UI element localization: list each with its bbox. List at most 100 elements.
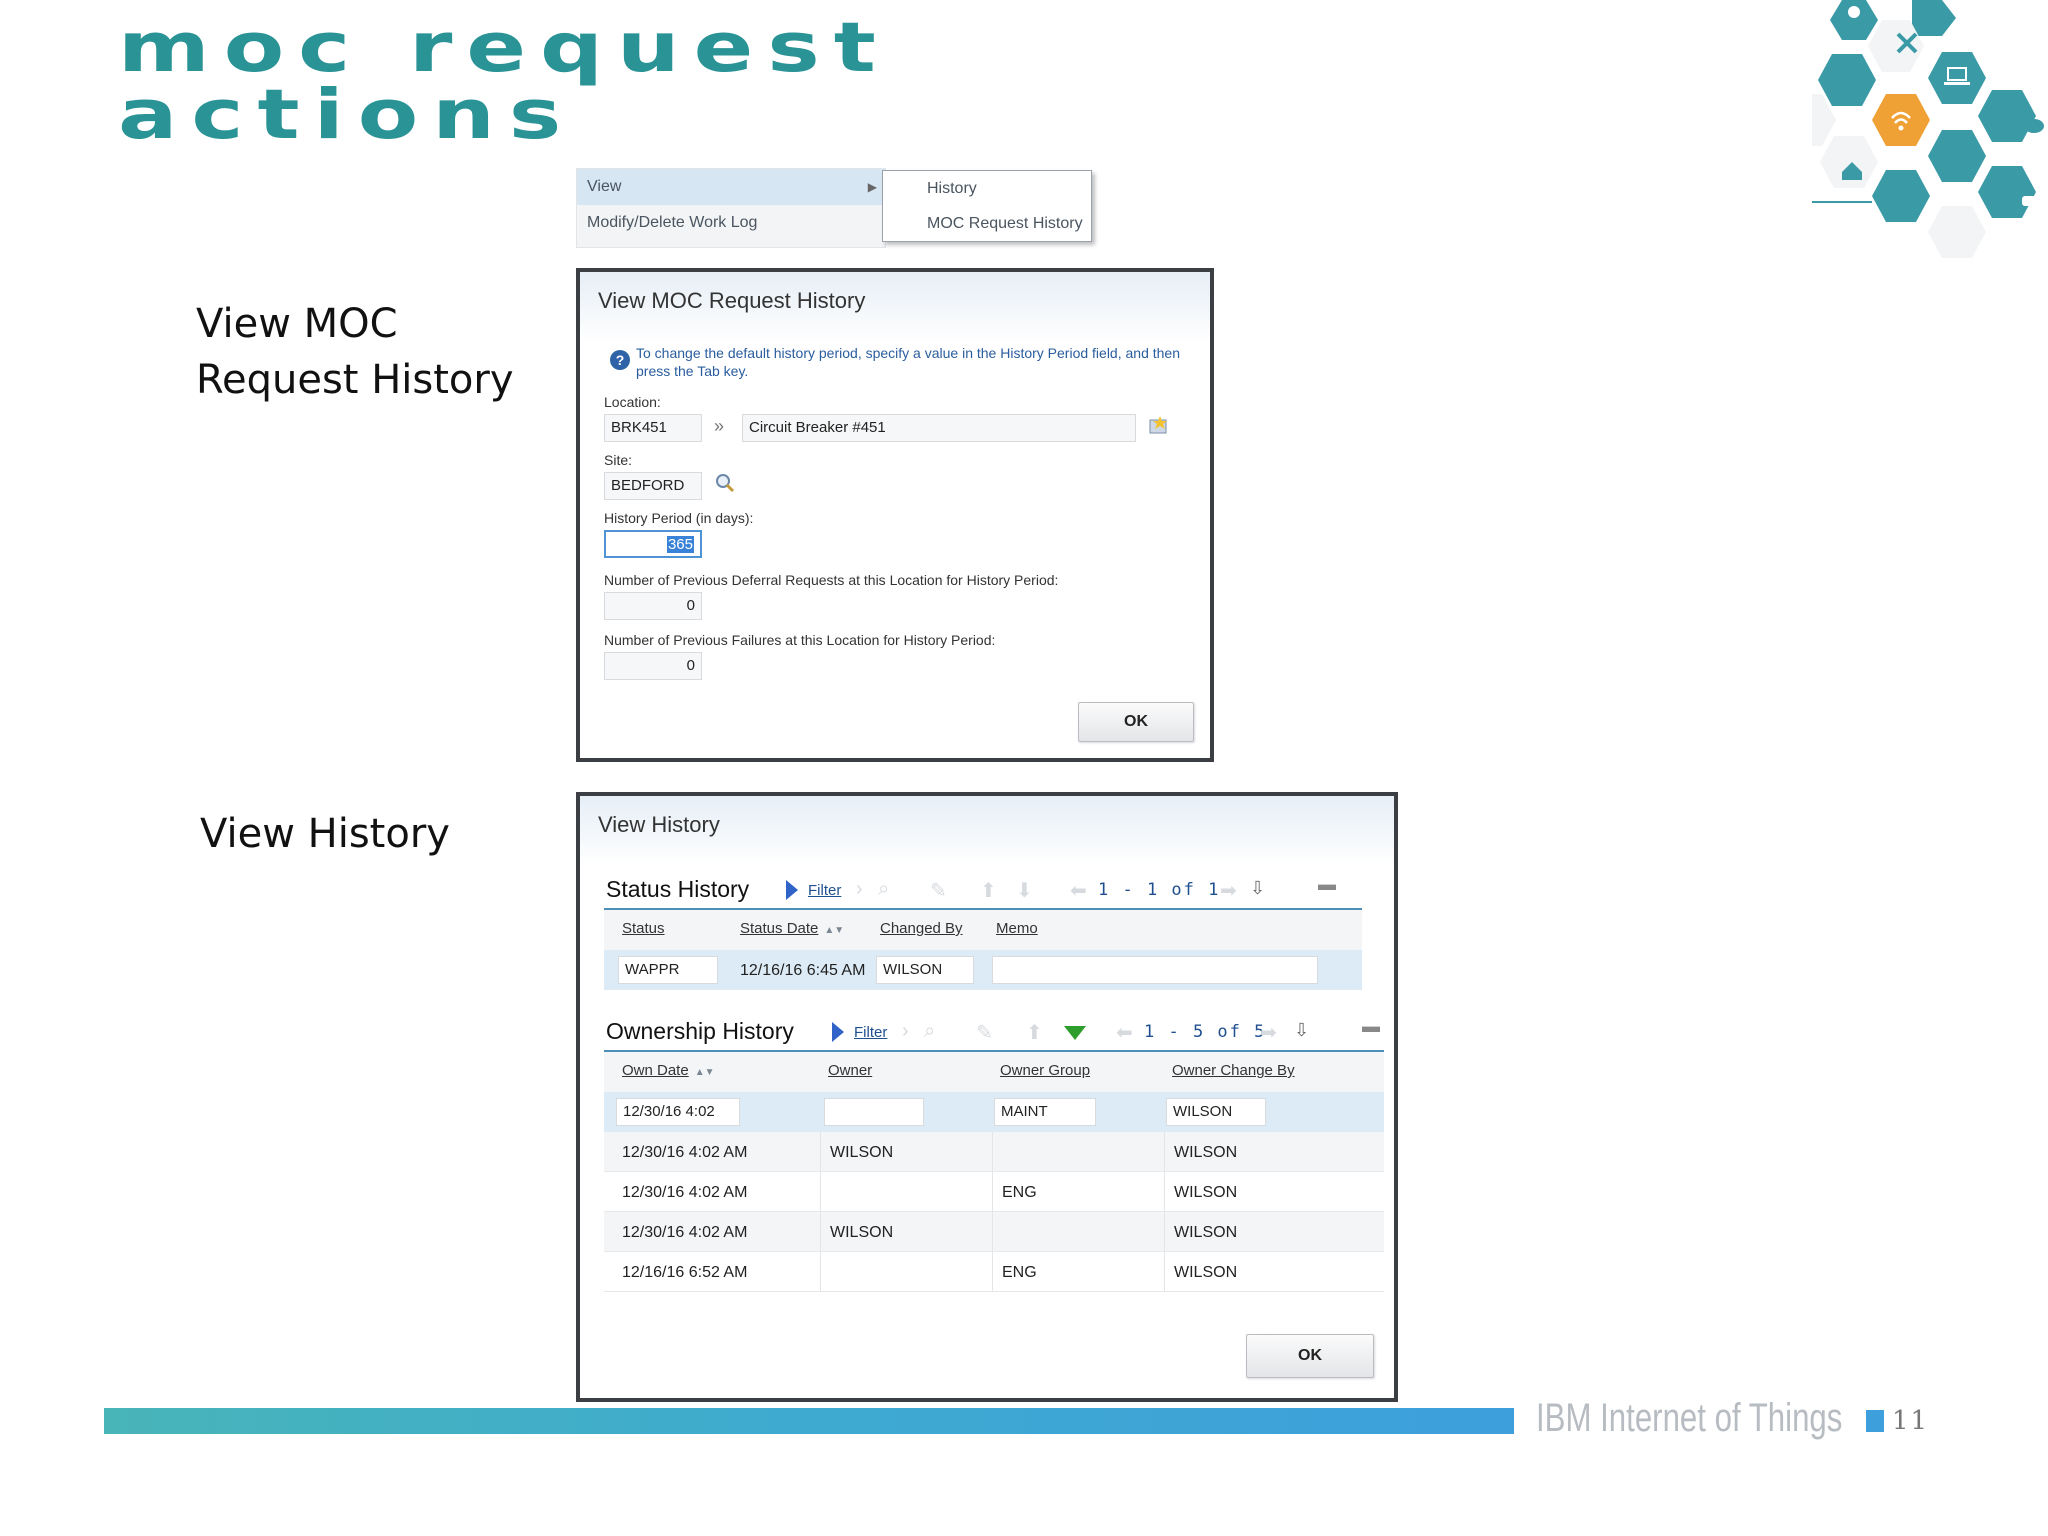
slide-title-line-2: actions xyxy=(118,74,576,155)
col-status[interactable]: Status xyxy=(622,920,665,937)
own-date-cell[interactable]: 12/30/16 4:02 AM xyxy=(616,1098,740,1146)
arrow-down-icon[interactable] xyxy=(1064,1026,1086,1040)
changed-by-cell[interactable]: WILSON xyxy=(876,956,974,984)
dialog-title: View MOC Request History xyxy=(598,288,866,313)
view-history-dialog: View History Status History Filter › ⌕ ✎… xyxy=(576,792,1398,1402)
info-message: To change the default history period, sp… xyxy=(636,344,1180,380)
location-lookup-icon[interactable] xyxy=(1148,414,1170,441)
double-chevron-icon[interactable]: » xyxy=(714,416,724,437)
col-memo[interactable]: Memo xyxy=(996,920,1038,937)
ownership-pager: 1 - 5 of 5 xyxy=(1144,1022,1267,1042)
search-icon[interactable]: ⌕ xyxy=(878,878,889,901)
status-history-title: Status History xyxy=(606,876,750,902)
hexagon-decoration xyxy=(1812,0,2044,258)
submenu-item-moc-request-history[interactable]: MOC Request History xyxy=(883,206,1091,241)
owner-cell: WILSON xyxy=(830,1224,894,1241)
label-view-moc-request-history: View MOC Request History xyxy=(196,296,514,408)
arrow-up-icon[interactable]: ⬆ xyxy=(980,878,997,903)
info-line-1: To change the default history period, sp… xyxy=(636,345,1180,361)
cloud-icon xyxy=(2024,119,2044,133)
sort-icon[interactable]: ▲▼ xyxy=(824,925,844,936)
arrow-up-icon[interactable]: ⬆ xyxy=(1026,1020,1043,1045)
col-owner[interactable]: Owner xyxy=(828,1062,872,1079)
col-status-date[interactable]: Status Date ▲▼ xyxy=(740,920,844,937)
collapse-icon[interactable]: ▬ xyxy=(1362,1016,1380,1037)
ok-button[interactable]: OK xyxy=(1078,702,1194,742)
own-date-cell: 12/16/16 6:52 AM xyxy=(622,1264,748,1281)
filter-toggle-icon[interactable] xyxy=(832,1022,844,1042)
chevron-right-icon[interactable]: › xyxy=(902,1020,909,1043)
sort-icon[interactable]: ▲▼ xyxy=(695,1067,715,1078)
previous-page-icon[interactable]: ⬅ xyxy=(1070,878,1087,903)
owner-group-cell: ENG xyxy=(1002,1264,1037,1281)
deferrals-label: Number of Previous Deferral Requests at … xyxy=(604,572,1059,588)
view-submenu: History MOC Request History xyxy=(882,170,1092,242)
slide-title-line-1: moc Request xyxy=(118,6,890,88)
owner-change-by-cell: WILSON xyxy=(1174,1264,1238,1281)
owner-change-by-cell: WILSON xyxy=(1174,1224,1238,1241)
own-date-cell: 12/30/16 4:02 AM xyxy=(622,1224,748,1241)
download-icon[interactable]: ⇩ xyxy=(1294,1020,1309,1041)
status-date-cell: 12/16/16 6:45 AM xyxy=(740,962,866,979)
col-owner-change-by[interactable]: Owner Change By xyxy=(1172,1062,1295,1079)
ok-button[interactable]: OK xyxy=(1246,1334,1374,1378)
location-field[interactable]: BRK451 xyxy=(604,414,702,442)
clear-filter-icon[interactable]: ✎ xyxy=(976,1020,993,1045)
owner-change-by-cell[interactable]: WILSON xyxy=(1166,1098,1266,1126)
moc-request-history-dialog: View MOC Request History ? To change the… xyxy=(576,268,1214,762)
deferrals-field[interactable]: 0 xyxy=(604,592,702,620)
filter-toggle-icon[interactable] xyxy=(786,880,798,900)
chevron-right-icon[interactable]: › xyxy=(856,878,863,901)
ownership-history-title: Ownership History xyxy=(606,1018,794,1044)
dialog-title: View History xyxy=(598,812,720,837)
col-owner-group[interactable]: Owner Group xyxy=(1000,1062,1090,1079)
owner-cell[interactable] xyxy=(824,1098,924,1126)
site-field[interactable]: BEDFORD xyxy=(604,472,702,500)
collapse-icon[interactable]: ▬ xyxy=(1318,874,1336,895)
dialog-header: View History xyxy=(580,796,1394,866)
history-period-field[interactable]: 365 xyxy=(604,530,702,558)
hexagon-cluster xyxy=(1812,0,2036,258)
failures-field[interactable]: 0 xyxy=(604,652,702,680)
col-own-date[interactable]: Own Date ▲▼ xyxy=(622,1062,715,1079)
search-icon[interactable] xyxy=(714,472,736,499)
info-line-2: press the Tab key. xyxy=(636,363,749,379)
previous-page-icon[interactable]: ⬅ xyxy=(1116,1020,1133,1045)
own-date-cell: 12/30/16 4:02 AM xyxy=(622,1144,748,1161)
search-icon[interactable]: ⌕ xyxy=(924,1020,935,1043)
own-date-cell: 12/30/16 4:02 AM xyxy=(622,1184,748,1201)
status-filter-link[interactable]: Filter xyxy=(808,882,841,899)
arrow-down-icon[interactable]: ⬇ xyxy=(1016,878,1033,903)
column-separator xyxy=(992,1132,993,1292)
location-description-field[interactable]: Circuit Breaker #451 xyxy=(742,414,1136,442)
gear-icon xyxy=(1848,6,1860,18)
column-separator xyxy=(820,1132,821,1292)
col-own-date-label: Own Date xyxy=(622,1062,689,1079)
car-icon xyxy=(2022,196,2038,206)
info-icon: ? xyxy=(610,350,630,370)
clear-filter-icon[interactable]: ✎ xyxy=(930,878,947,903)
dialog-header: View MOC Request History xyxy=(580,272,1210,342)
next-page-icon[interactable]: ➡ xyxy=(1260,1020,1277,1045)
submenu-arrow-icon: ▶ xyxy=(867,180,877,194)
submenu-item-history[interactable]: History xyxy=(883,171,1091,206)
ownership-filter-link[interactable]: Filter xyxy=(854,1024,887,1041)
owner-group-cell[interactable]: MAINT xyxy=(994,1098,1096,1126)
owner-group-cell: ENG xyxy=(1002,1184,1037,1201)
slide-title: moc Request actions xyxy=(118,6,1058,155)
next-page-icon[interactable]: ➡ xyxy=(1220,878,1237,903)
owner-change-by-cell: WILSON xyxy=(1174,1144,1238,1161)
memo-cell[interactable] xyxy=(992,956,1318,984)
history-period-label: History Period (in days): xyxy=(604,510,754,526)
footer-bar xyxy=(104,1408,1514,1434)
label-view-moc-line-1: View MOC xyxy=(196,301,398,347)
download-icon[interactable]: ⇩ xyxy=(1250,878,1265,899)
status-header-row xyxy=(604,910,1362,950)
status-cell[interactable]: WAPPR xyxy=(618,956,718,984)
column-separator xyxy=(1164,1132,1165,1292)
menu-item-view[interactable]: View ▶ xyxy=(577,169,885,205)
label-view-moc-line-2: Request History xyxy=(196,357,514,403)
menu-item-modify-delete-work-log[interactable]: Modify/Delete Work Log xyxy=(577,205,885,241)
menu-item-view-label: View xyxy=(587,178,622,195)
col-changed-by[interactable]: Changed By xyxy=(880,920,963,937)
